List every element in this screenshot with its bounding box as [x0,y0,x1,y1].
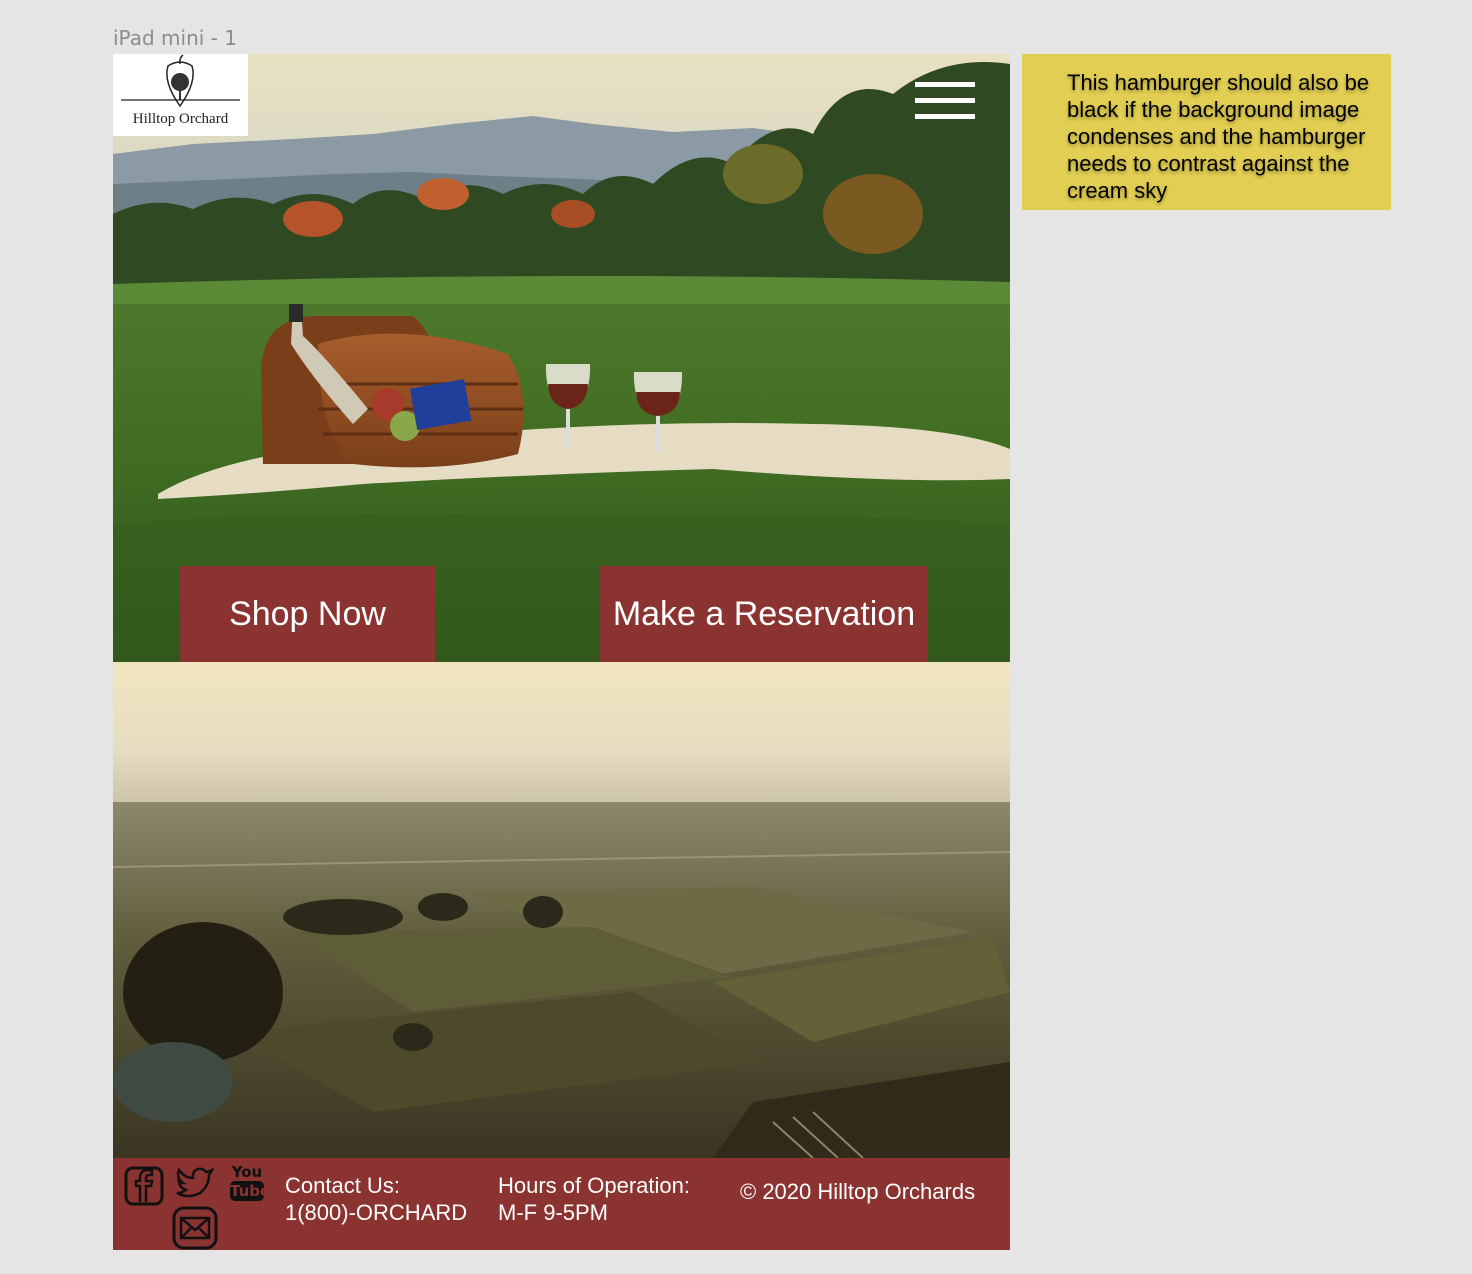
ipad-frame: Hilltop Orchard Shop Now Make a Reservat… [113,54,1010,1250]
logo[interactable]: Hilltop Orchard [113,54,248,136]
hero-image: Hilltop Orchard Shop Now Make a Reservat… [113,54,1010,662]
apple-tree-logo-icon [121,54,240,108]
make-reservation-button[interactable]: Make a Reservation [600,566,928,662]
facebook-icon[interactable] [124,1166,164,1206]
twitter-icon[interactable] [176,1166,214,1198]
contact-label: Contact Us: [285,1173,400,1198]
youtube-icon[interactable]: You Tube [230,1163,271,1206]
footer: You Tube Contact Us: 1(800)-ORCHARD Hour… [113,1158,1010,1250]
contact-block: Contact Us: 1(800)-ORCHARD [285,1172,467,1226]
hours-block: Hours of Operation: M-F 9-5PM [498,1172,690,1226]
design-note: This hamburger should also be black if t… [1022,54,1391,210]
shop-now-button[interactable]: Shop Now [180,566,435,662]
youtube-text-bottom: Tube [230,1181,271,1201]
hamburger-menu-icon[interactable] [915,82,975,122]
frame-label: iPad mini - 1 [113,26,237,50]
logo-text: Hilltop Orchard [132,111,229,127]
contact-phone[interactable]: 1(800)-ORCHARD [285,1199,467,1226]
hours-label: Hours of Operation: [498,1173,690,1198]
email-icon[interactable] [172,1206,218,1250]
aerial-landscape-image [113,662,1010,1158]
hours-value: M-F 9-5PM [498,1200,608,1225]
copyright-text: © 2020 Hilltop Orchards [740,1179,976,1204]
youtube-text-top: You [231,1163,263,1181]
farmland-scene-image [113,662,1010,1158]
